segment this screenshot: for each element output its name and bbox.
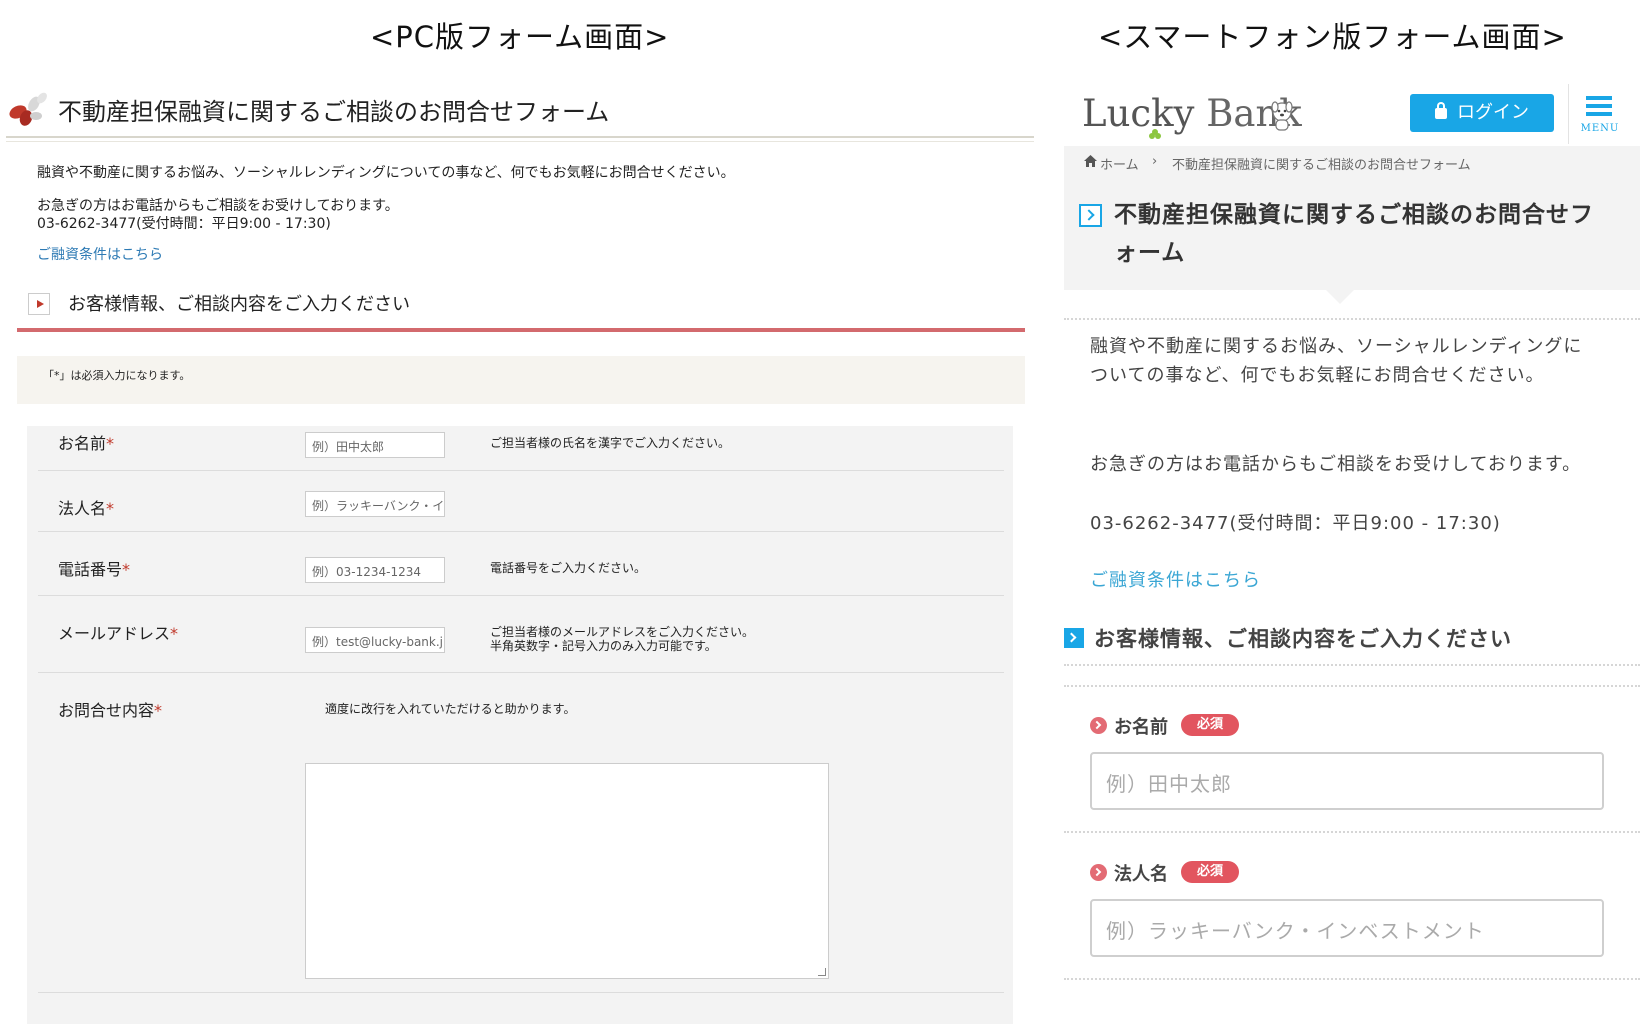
dotted-divider bbox=[1064, 664, 1640, 666]
sp-caption: <スマートフォン版フォーム画面> bbox=[1098, 20, 1567, 54]
intro-text: 融資や不動産に関するお悩み、ソーシャルレンディングについての事など、何でもお気軽… bbox=[1090, 336, 1583, 386]
hamburger-icon-bar bbox=[1586, 112, 1612, 116]
name-help: ご担当者様の氏名を漢字でご入力ください。 bbox=[490, 436, 731, 450]
inquiry-textarea[interactable] bbox=[305, 763, 829, 979]
loan-conditions-link[interactable]: ご融資条件はこちら bbox=[1090, 566, 1261, 592]
name-input[interactable]: 例）田中太郎 bbox=[305, 432, 445, 458]
dotted-divider bbox=[1064, 685, 1640, 687]
phone-label: 電話番号* bbox=[58, 560, 131, 579]
row-divider bbox=[38, 595, 1004, 596]
login-button[interactable]: ログイン bbox=[1410, 94, 1554, 132]
phone-help: 電話番号をご入力ください。 bbox=[490, 561, 647, 575]
company-label: 法人名* bbox=[58, 499, 115, 518]
phone-note: お急ぎの方はお電話からもご相談をお受けしております。 bbox=[1090, 454, 1582, 475]
breadcrumb-home[interactable]: ホーム bbox=[1100, 154, 1139, 173]
phone-input[interactable]: 例）03-1234-1234 bbox=[305, 557, 445, 583]
dotted-divider bbox=[1064, 831, 1640, 833]
row-divider bbox=[38, 992, 1004, 993]
intro-text: 融資や不動産に関するお悩み、ソーシャルレンディングについての事など、何でもお気軽… bbox=[37, 165, 735, 181]
sakura-flower-icon bbox=[9, 92, 47, 126]
inquiry-help: 適度に改行を入れていただけると助かります。 bbox=[325, 702, 576, 716]
section-title: お客様情報、ご相談内容をご入力ください bbox=[1094, 627, 1512, 651]
page-title: 不動産担保融資に関するご相談のお問合せフォーム bbox=[1114, 202, 1594, 266]
section-divider bbox=[17, 328, 1025, 332]
section-arrow-icon bbox=[28, 293, 50, 315]
breadcrumb-current: 不動産担保融資に関するご相談のお問合せフォーム bbox=[1172, 158, 1471, 173]
row-divider bbox=[38, 470, 1004, 471]
email-label: メールアドレス* bbox=[58, 624, 179, 643]
company-input[interactable]: 例）ラッキーバンク・インベストメント bbox=[305, 491, 445, 517]
field-bullet-icon bbox=[1090, 864, 1107, 881]
dotted-divider bbox=[1064, 318, 1640, 320]
pc-form-screen: 不動産担保融資に関するご相談のお問合せフォーム 融資や不動産に関するお悩み、ソー… bbox=[0, 80, 1040, 1028]
hamburger-icon bbox=[1586, 96, 1612, 100]
email-help: ご担当者様のメールアドレスをご入力ください。 半角英数字・記号入力のみ入力可能です… bbox=[490, 625, 755, 653]
title-divider bbox=[6, 136, 1034, 138]
page-title: 不動産担保融資に関するご相談のお問合せフォーム bbox=[58, 98, 610, 126]
row-divider bbox=[38, 531, 1004, 532]
section-arrow-icon bbox=[1064, 628, 1084, 648]
resize-handle-icon[interactable] bbox=[818, 968, 826, 976]
clover-icon bbox=[1149, 129, 1161, 139]
menu-label: MENU bbox=[1580, 123, 1620, 134]
inquiry-label: お問合せ内容* bbox=[58, 701, 163, 720]
title-arrow-icon bbox=[1079, 204, 1102, 227]
field-bullet-icon bbox=[1090, 717, 1107, 734]
email-input[interactable]: 例）test@lucky-bank.jp bbox=[305, 627, 445, 653]
row-divider bbox=[38, 672, 1004, 673]
breadcrumb-separator-icon: › bbox=[1152, 154, 1158, 169]
header-divider bbox=[1568, 84, 1569, 144]
dog-mascot-icon bbox=[1271, 101, 1293, 131]
required-badge: 必須 bbox=[1181, 861, 1239, 883]
company-label: 法人名 bbox=[1114, 864, 1168, 885]
sp-form-screen: Lucky Bank ログイン MENU ホーム › 不動産担保融資に関するご相… bbox=[1064, 80, 1640, 1028]
name-input[interactable]: 例）田中太郎 bbox=[1090, 752, 1604, 810]
menu-button[interactable]: MENU bbox=[1578, 94, 1622, 134]
phone-number: 03-6262-3477(受付時間：平日9:00 - 17:30) bbox=[37, 216, 331, 232]
pc-caption: <PC版フォーム画面> bbox=[370, 20, 670, 54]
required-badge: 必須 bbox=[1181, 714, 1239, 736]
name-label: お名前* bbox=[58, 434, 115, 453]
name-label: お名前 bbox=[1114, 717, 1168, 738]
title-notch bbox=[1326, 290, 1354, 304]
title-divider-sub bbox=[6, 141, 1034, 142]
phone-note: お急ぎの方はお電話からもご相談をお受けしております。 bbox=[37, 198, 399, 214]
phone-number: 03-6262-3477(受付時間：平日9:00 - 17:30) bbox=[1090, 513, 1501, 534]
required-note: 「*」は必須入力になります。 bbox=[43, 369, 191, 382]
home-icon bbox=[1084, 155, 1097, 167]
company-input[interactable]: 例）ラッキーバンク・インベストメント bbox=[1090, 899, 1604, 957]
lock-icon bbox=[1435, 101, 1447, 119]
hamburger-icon-bar bbox=[1586, 104, 1612, 108]
section-title: お客様情報、ご相談内容をご入力ください bbox=[68, 294, 410, 315]
dotted-divider bbox=[1064, 978, 1640, 980]
loan-conditions-link[interactable]: ご融資条件はこちら bbox=[37, 244, 163, 264]
